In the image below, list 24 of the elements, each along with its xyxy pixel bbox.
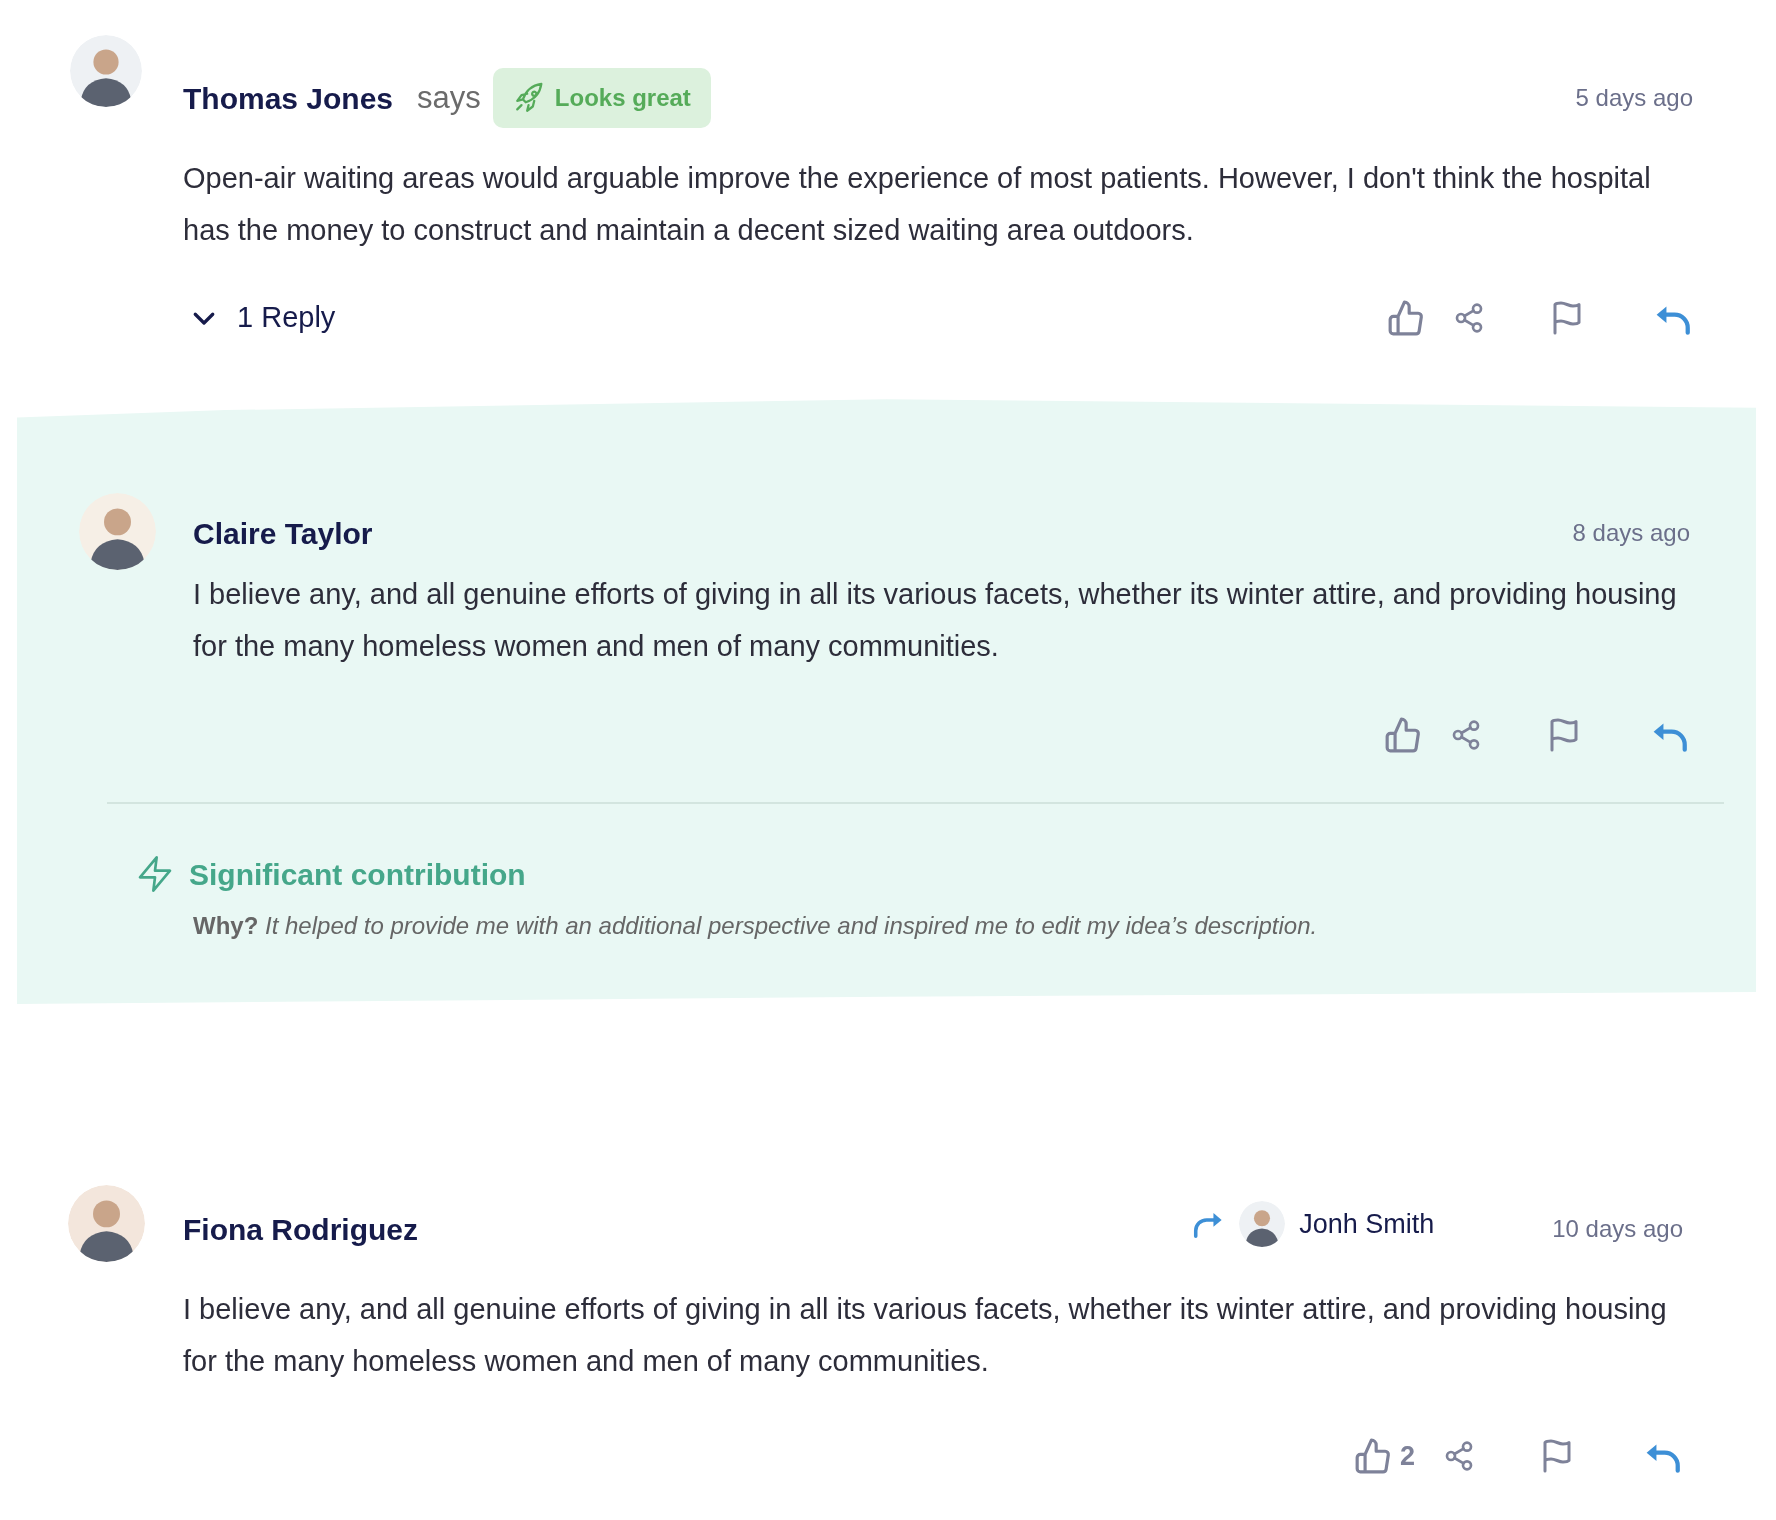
- share-icon[interactable]: [1450, 719, 1482, 751]
- author-name[interactable]: Fiona Rodriguez: [183, 1206, 418, 1252]
- timestamp: 5 days ago: [1575, 83, 1693, 113]
- replies-toggle[interactable]: 1 Reply: [183, 296, 336, 340]
- comment-text: I believe any, and all genuine efforts of giving in all its various facets, whether its winter attire, and providing housing for the many homeless women and men of many communities.: [193, 577, 1678, 664]
- reaction-badge: Looks great: [492, 68, 711, 128]
- author-name[interactable]: Thomas Jones: [183, 75, 394, 121]
- like-count: 2: [1399, 1440, 1415, 1473]
- thumbs-up-icon[interactable]: [1353, 1437, 1392, 1476]
- share-icon[interactable]: [1443, 1440, 1475, 1473]
- avatar: [70, 35, 142, 107]
- timestamp: 10 days ago: [1552, 1214, 1683, 1244]
- says-label: says: [417, 78, 481, 117]
- contribution-reason: Why? It helped to provide me with an additional perspective and inspired me to edit my idea’s description.: [192, 911, 1319, 941]
- share-icon[interactable]: [1453, 302, 1485, 334]
- contribution-title: Significant contribution: [189, 856, 526, 893]
- thumbs-up-icon[interactable]: [1387, 299, 1425, 337]
- timestamp: 8 days ago: [1572, 518, 1690, 548]
- comment-text: Open-air waiting areas would arguable improve the experience of most patients. However, I don't think the hospital has the money to construct and maintain a decent sized waiting area outdoors.: [183, 161, 1652, 248]
- author-name[interactable]: Claire Taylor: [193, 510, 373, 556]
- shared-with-name[interactable]: Jonh Smith: [1299, 1203, 1435, 1245]
- avatar: [1239, 1201, 1286, 1247]
- comment-text: I believe any, and all genuine efforts of giving in all its various facets, whether its winter attire, and providing housing for the many homeless women and men of many communities.: [183, 1292, 1668, 1379]
- thumbs-up-icon[interactable]: [1384, 716, 1422, 754]
